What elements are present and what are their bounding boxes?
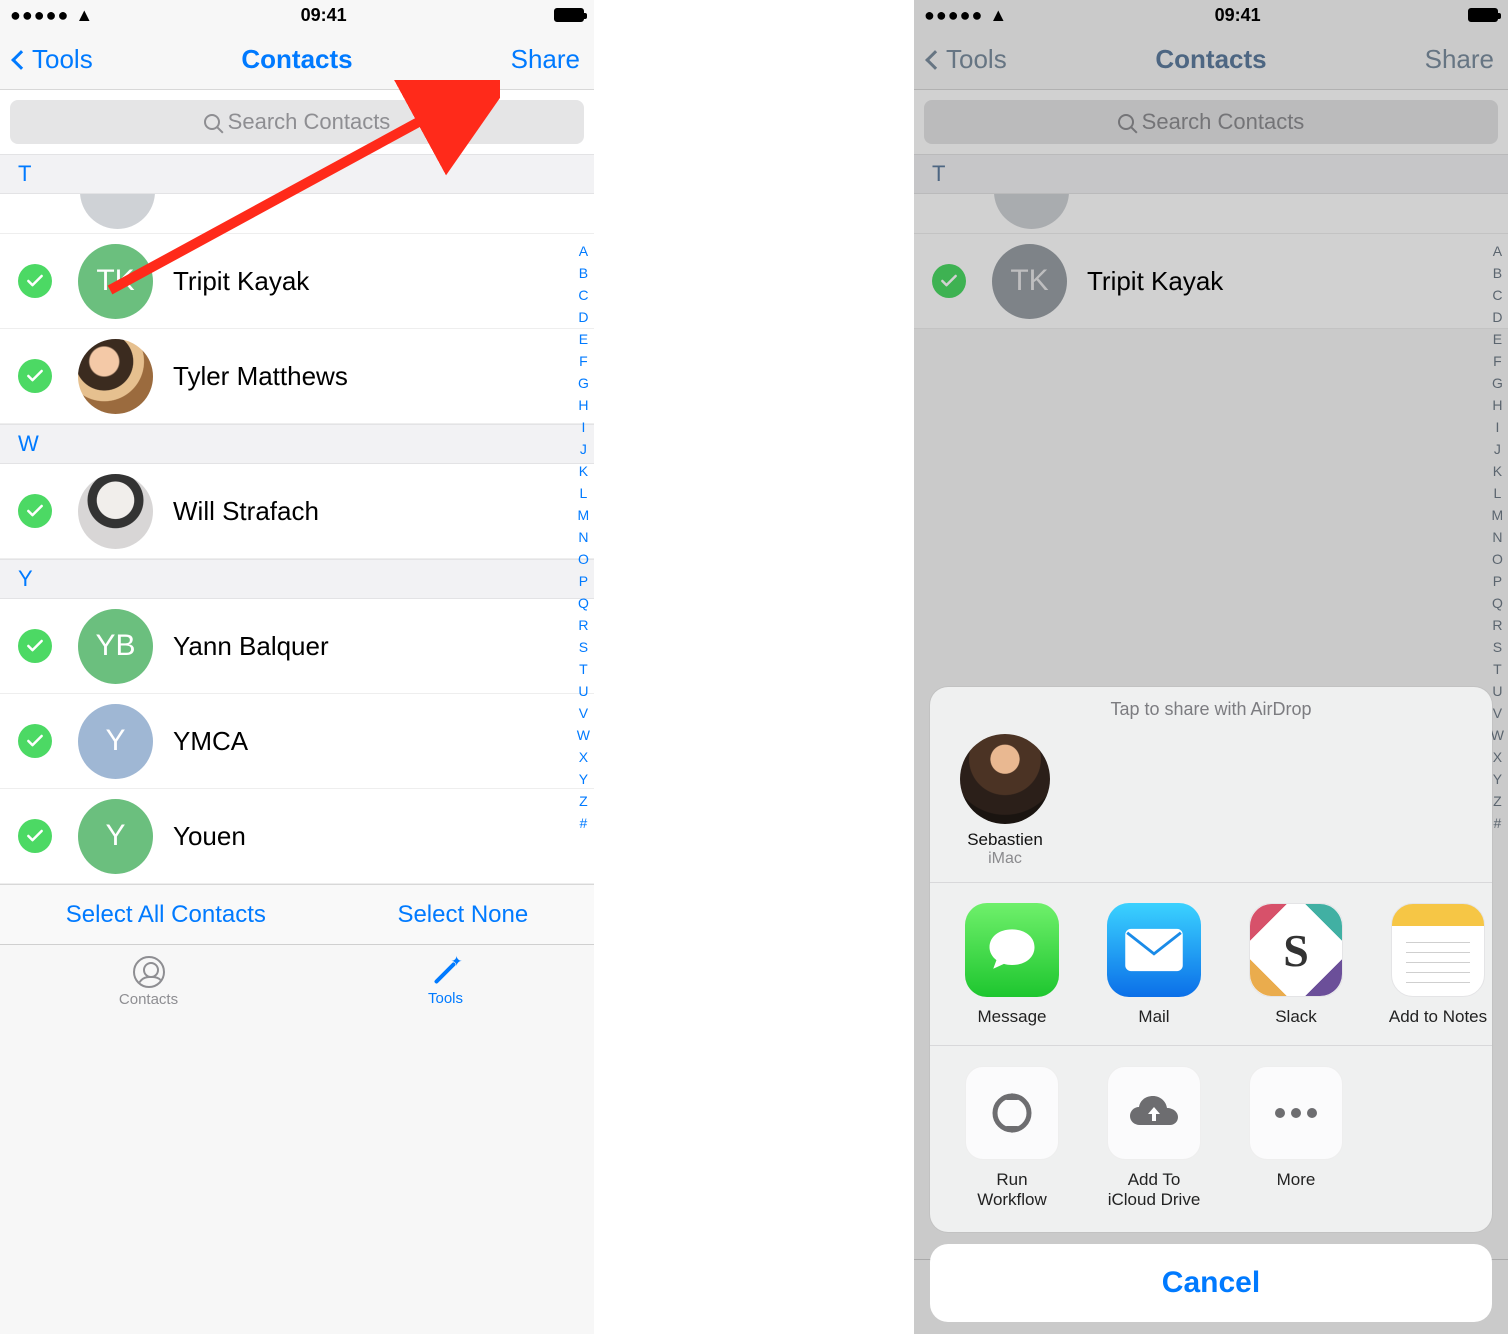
message-icon (965, 903, 1059, 997)
airdrop-device: iMac (950, 850, 1060, 868)
share-sheet-header: Tap to share with AirDrop (930, 687, 1492, 726)
contact-name: Yann Balquer (173, 631, 329, 662)
checkmark-icon[interactable] (18, 724, 52, 758)
contact-row[interactable]: YB Yann Balquer (0, 599, 594, 694)
share-actions-row: RunWorkflow Add ToiCloud Drive More (930, 1046, 1492, 1232)
back-button[interactable]: Tools (14, 44, 93, 75)
avatar: Y (78, 799, 153, 874)
avatar: TK (78, 244, 153, 319)
checkmark-icon[interactable] (18, 494, 52, 528)
workflow-icon (965, 1066, 1059, 1160)
alphabet-index[interactable]: ABCDEFGHIJKLMNOPQRSTUVWXYZ# (577, 240, 590, 834)
cloud-upload-icon (1107, 1066, 1201, 1160)
phone-screen-right: ●●●●●▲ 09:41 Tools Contacts Share Search… (914, 0, 1508, 1334)
contact-row[interactable]: TK Tripit Kayak (0, 234, 594, 329)
action-icloud-drive[interactable]: Add ToiCloud Drive (1090, 1066, 1218, 1210)
cancel-button[interactable]: Cancel (930, 1244, 1492, 1322)
battery-icon (554, 8, 584, 22)
status-time: 09:41 (301, 5, 347, 26)
signal-dots-icon: ●●●●● (10, 5, 69, 25)
tab-contacts[interactable]: Contacts (0, 945, 297, 1019)
contact-row[interactable]: Will Strafach (0, 464, 594, 559)
share-app-slack[interactable]: S Slack (1232, 903, 1360, 1027)
airdrop-name: Sebastien (950, 830, 1060, 850)
wand-icon (431, 957, 461, 987)
chevron-left-icon (11, 50, 31, 70)
share-apps-row: Message Mail S Slack Add to Notes InDJ (930, 883, 1492, 1046)
search-input[interactable]: Search Contacts (10, 100, 584, 144)
avatar (78, 339, 153, 414)
nav-bar: Tools Contacts Share (0, 30, 594, 90)
slack-icon: S (1249, 903, 1343, 997)
share-app-notes[interactable]: Add to Notes (1374, 903, 1492, 1027)
contact-row[interactable]: Y YMCA (0, 694, 594, 789)
notes-icon (1391, 903, 1485, 997)
contacts-icon (133, 956, 165, 988)
select-none-button[interactable]: Select None (397, 901, 528, 929)
contact-name: Will Strafach (173, 496, 319, 527)
checkmark-icon[interactable] (18, 819, 52, 853)
section-header-T: T (0, 154, 594, 194)
action-more[interactable]: More (1232, 1066, 1360, 1210)
more-icon (1249, 1066, 1343, 1160)
avatar: Y (78, 704, 153, 779)
checkmark-icon[interactable] (18, 359, 52, 393)
airdrop-avatar (960, 734, 1050, 824)
share-sheet: Tap to share with AirDrop Sebastien iMac… (930, 687, 1492, 1322)
checkmark-icon[interactable] (18, 629, 52, 663)
selection-toolbar: Select All Contacts Select None (0, 884, 594, 944)
tab-tools[interactable]: Tools (297, 945, 594, 1019)
share-app-mail[interactable]: Mail (1090, 903, 1218, 1027)
contact-row[interactable]: Y Youen (0, 789, 594, 884)
status-bar: ●●●●● ▲ 09:41 (0, 0, 594, 30)
avatar (78, 474, 153, 549)
search-placeholder: Search Contacts (228, 109, 391, 135)
section-header-W: W (0, 424, 594, 464)
contact-row[interactable]: Tyler Matthews (0, 329, 594, 424)
wifi-icon: ▲ (75, 5, 93, 25)
search-icon (204, 114, 220, 130)
share-app-message[interactable]: Message (948, 903, 1076, 1027)
select-all-button[interactable]: Select All Contacts (66, 901, 266, 929)
mail-icon (1107, 903, 1201, 997)
contact-name: Youen (173, 821, 246, 852)
avatar: YB (78, 609, 153, 684)
tab-bar: Contacts Tools (0, 944, 594, 1019)
phone-screen-left: ●●●●● ▲ 09:41 Tools Contacts Share Search… (0, 0, 594, 1334)
checkmark-icon[interactable] (18, 264, 52, 298)
section-header-Y: Y (0, 559, 594, 599)
action-run-workflow[interactable]: RunWorkflow (948, 1066, 1076, 1210)
contact-name: YMCA (173, 726, 248, 757)
airdrop-target[interactable]: Sebastien iMac (950, 734, 1060, 868)
share-button[interactable]: Share (511, 44, 580, 75)
contact-row-partial (0, 194, 594, 234)
airdrop-row: Sebastien iMac (930, 726, 1492, 883)
contact-name: Tripit Kayak (173, 266, 309, 297)
contact-name: Tyler Matthews (173, 361, 348, 392)
